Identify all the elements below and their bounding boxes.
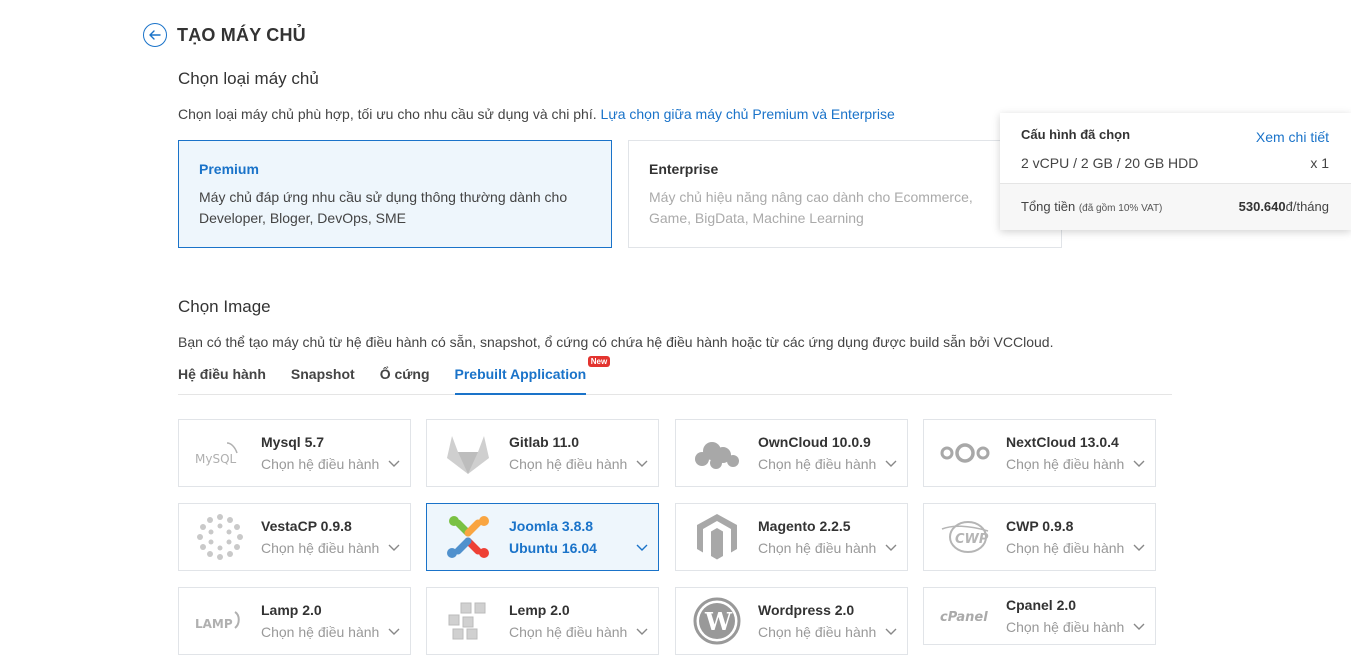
app-card-lamp[interactable]: LAMP Lamp 2.0 Chọn hệ điều hành — [178, 587, 411, 655]
svg-text:cPanel: cPanel — [940, 610, 988, 625]
app-name: OwnCloud 10.0.9 — [758, 434, 871, 450]
app-name: Lemp 2.0 — [509, 602, 570, 618]
back-button[interactable] — [143, 23, 167, 47]
chevron-down-icon — [636, 460, 648, 467]
page-header: TẠO MÁY CHỦ — [143, 23, 306, 47]
config-summary-panel: Cấu hình đã chọn Xem chi tiết 2 vCPU / 2… — [1000, 113, 1351, 230]
summary-config: 2 vCPU / 2 GB / 20 GB HDD — [1021, 155, 1199, 171]
compare-link[interactable]: Lựa chọn giữa máy chủ Premium và Enterpr… — [601, 106, 895, 122]
cwp-logo-icon: CWP — [938, 513, 992, 561]
os-select[interactable]: Chọn hệ điều hành — [261, 540, 410, 556]
app-name: Lamp 2.0 — [261, 602, 322, 618]
lamp-logo-icon: LAMP — [193, 597, 247, 645]
cpanel-logo-icon: cPanel — [938, 592, 992, 640]
app-name: Magento 2.2.5 — [758, 518, 851, 534]
chevron-down-icon — [1133, 544, 1145, 551]
image-tabs: Hệ điều hành Snapshot Ổ cứng Prebuilt Ap… — [178, 356, 1172, 395]
app-card-gitlab[interactable]: Gitlab 11.0 Chọn hệ điều hành — [426, 419, 659, 487]
app-card-lemp[interactable]: Lemp 2.0 Chọn hệ điều hành — [426, 587, 659, 655]
app-name: Wordpress 2.0 — [758, 602, 855, 618]
enterprise-desc: Máy chủ hiệu năng nâng cao dành cho Ecom… — [649, 189, 973, 226]
arrow-left-icon — [149, 30, 161, 40]
mysql-logo-icon: MySQL — [193, 429, 247, 477]
server-type-title: Chọn loại máy chủ — [178, 69, 319, 88]
app-card-mysql[interactable]: MySQL Mysql 5.7 Chọn hệ điều hành — [178, 419, 411, 487]
chevron-down-icon — [388, 460, 400, 467]
app-card-cwp[interactable]: CWP CWP 0.9.8 Chọn hệ điều hành — [923, 503, 1156, 571]
enterprise-title: Enterprise — [649, 161, 719, 177]
chevron-down-icon — [388, 544, 400, 551]
owncloud-logo-icon — [690, 429, 744, 477]
tab-os[interactable]: Hệ điều hành — [178, 362, 266, 394]
tab-disk[interactable]: Ổ cứng — [380, 362, 430, 394]
app-name: NextCloud 13.0.4 — [1006, 434, 1119, 450]
magento-logo-icon — [690, 513, 744, 561]
svg-text:CWP: CWP — [955, 532, 989, 547]
vestacp-logo-icon — [193, 513, 247, 561]
summary-qty: x 1 — [1310, 155, 1329, 171]
svg-text:LAMP: LAMP — [195, 617, 233, 631]
app-card-wordpress[interactable]: W Wordpress 2.0 Chọn hệ điều hành — [675, 587, 908, 655]
os-select[interactable]: Chọn hệ điều hành — [1006, 456, 1155, 472]
app-card-cpanel[interactable]: cPanel Cpanel 2.0 Chọn hệ điều hành — [923, 587, 1156, 645]
os-select[interactable]: Chọn hệ điều hành — [509, 456, 658, 472]
os-select[interactable]: Chọn hệ điều hành — [509, 624, 658, 640]
app-name: VestaCP 0.9.8 — [261, 518, 352, 534]
chevron-down-icon — [1133, 623, 1145, 630]
total-label: Tổng tiền (đã gồm 10% VAT) — [1021, 199, 1163, 214]
chevron-down-icon — [388, 628, 400, 635]
tab-snapshot[interactable]: Snapshot — [291, 362, 355, 394]
os-select[interactable]: Ubuntu 16.04 — [509, 540, 658, 556]
app-name: Cpanel 2.0 — [1006, 597, 1077, 613]
summary-title: Cấu hình đã chọn — [1021, 127, 1131, 142]
joomla-logo-icon — [441, 513, 495, 561]
chevron-down-icon — [636, 544, 648, 551]
svg-text:MySQL: MySQL — [195, 452, 237, 466]
premium-desc: Máy chủ đáp ứng nhu cầu sử dụng thông th… — [199, 189, 568, 226]
image-desc: Bạn có thể tạo máy chủ từ hệ điều hành c… — [178, 334, 1054, 350]
view-details-link[interactable]: Xem chi tiết — [1256, 129, 1329, 145]
app-card-joomla[interactable]: Joomla 3.8.8 Ubuntu 16.04 — [426, 503, 659, 571]
svg-text:W: W — [704, 607, 733, 636]
chevron-down-icon — [885, 460, 897, 467]
os-select[interactable]: Chọn hệ điều hành — [758, 624, 907, 640]
app-card-nextcloud[interactable]: NextCloud 13.0.4 Chọn hệ điều hành — [923, 419, 1156, 487]
premium-card[interactable]: Premium Máy chủ đáp ứng nhu cầu sử dụng … — [178, 140, 612, 248]
enterprise-card[interactable]: Enterprise Máy chủ hiệu năng nâng cao dà… — [628, 140, 1062, 248]
chevron-down-icon — [885, 544, 897, 551]
vat-note: (đã gồm 10% VAT) — [1078, 203, 1163, 214]
tab-prebuilt-application[interactable]: Prebuilt Application New — [454, 356, 611, 395]
wordpress-logo-icon: W — [690, 597, 744, 645]
os-select[interactable]: Chọn hệ điều hành — [1006, 540, 1155, 556]
image-title: Chọn Image — [178, 297, 271, 316]
app-name: Joomla 3.8.8 — [509, 518, 594, 534]
premium-title: Premium — [199, 161, 259, 177]
chevron-down-icon — [885, 628, 897, 635]
tab-prebuilt-label: Prebuilt Application — [454, 366, 587, 382]
chevron-down-icon — [1133, 460, 1145, 467]
new-badge: New — [587, 356, 611, 367]
os-select[interactable]: Chọn hệ điều hành — [261, 624, 410, 640]
chevron-down-icon — [636, 628, 648, 635]
gitlab-logo-icon — [441, 429, 495, 477]
os-select[interactable]: Chọn hệ điều hành — [758, 540, 907, 556]
nextcloud-logo-icon — [938, 429, 992, 477]
os-select[interactable]: Chọn hệ điều hành — [758, 456, 907, 472]
os-select[interactable]: Chọn hệ điều hành — [1006, 619, 1155, 635]
app-name: Gitlab 11.0 — [509, 434, 580, 450]
total-price: 530.640đ/tháng — [1238, 199, 1329, 214]
page-title: TẠO MÁY CHỦ — [177, 24, 306, 45]
app-card-magento[interactable]: Magento 2.2.5 Chọn hệ điều hành — [675, 503, 908, 571]
summary-footer: Tổng tiền (đã gồm 10% VAT) 530.640đ/thán… — [1000, 184, 1351, 230]
app-name: CWP 0.9.8 — [1006, 518, 1074, 534]
app-card-owncloud[interactable]: OwnCloud 10.0.9 Chọn hệ điều hành — [675, 419, 908, 487]
app-card-vestacp[interactable]: VestaCP 0.9.8 Chọn hệ điều hành — [178, 503, 411, 571]
lemp-logo-icon — [441, 597, 495, 645]
os-select[interactable]: Chọn hệ điều hành — [261, 456, 410, 472]
app-name: Mysql 5.7 — [261, 434, 325, 450]
server-type-desc: Chọn loại máy chủ phù hợp, tối ưu cho nh… — [178, 106, 895, 122]
